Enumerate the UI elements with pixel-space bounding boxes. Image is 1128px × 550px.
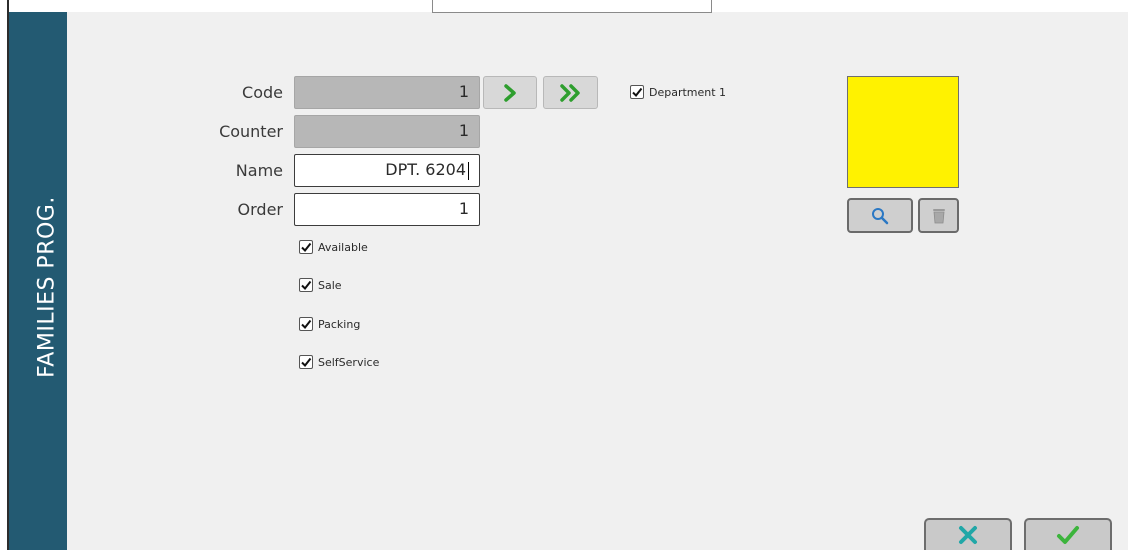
packing-checkbox[interactable]: Packing [299,317,360,331]
sidebar-title: FAMILIES PROG. [34,196,60,378]
x-icon [959,526,977,544]
families-prog-window: FAMILIES PROG. Code 1 Department 1 Count… [0,0,1128,550]
checkmark-icon [301,319,312,330]
next-button[interactable] [483,76,537,109]
sidebar: FAMILIES PROG. [9,12,67,550]
magnifier-icon [872,207,889,224]
checkmark-icon [301,357,312,368]
confirm-button[interactable] [1024,518,1112,550]
checkmark-icon [632,87,643,98]
checkbox-box [299,278,313,292]
name-label: Name [235,161,283,180]
counter-field: 1 [294,115,480,148]
counter-label: Counter [219,122,283,141]
order-input[interactable]: 1 [294,193,480,226]
sale-checkbox[interactable]: Sale [299,278,342,292]
code-label: Code [242,83,283,102]
checkbox-box [630,85,644,99]
checkmark-icon [301,280,312,291]
packing-label: Packing [318,317,361,331]
cancel-button[interactable] [924,518,1012,550]
available-label: Available [318,240,368,254]
color-swatch[interactable] [847,76,959,188]
text-cursor [468,161,469,180]
checkbox-box [299,355,313,369]
chevron-right-icon [504,83,516,102]
delete-color-button[interactable] [918,198,959,233]
sale-label: Sale [318,278,342,292]
department-label: Department 1 [649,85,727,99]
code-field: 1 [294,76,480,109]
name-input[interactable]: DPT. 6204 [294,154,480,187]
double-chevron-right-icon [559,83,580,102]
search-color-button[interactable] [847,198,913,233]
department-checkbox[interactable]: Department 1 [630,85,726,99]
order-label: Order [237,200,283,219]
selfservice-checkbox[interactable]: SelfService [299,355,379,369]
top-tab[interactable] [432,0,712,13]
checkbox-box [299,240,313,254]
check-icon [1057,526,1079,544]
last-button[interactable] [543,76,598,109]
name-value: DPT. 6204 [385,160,466,179]
available-checkbox[interactable]: Available [299,240,368,254]
checkbox-box [299,317,313,331]
left-margin [0,0,7,550]
selfservice-label: SelfService [318,355,380,369]
trash-icon [932,208,945,223]
checkmark-icon [301,242,312,253]
